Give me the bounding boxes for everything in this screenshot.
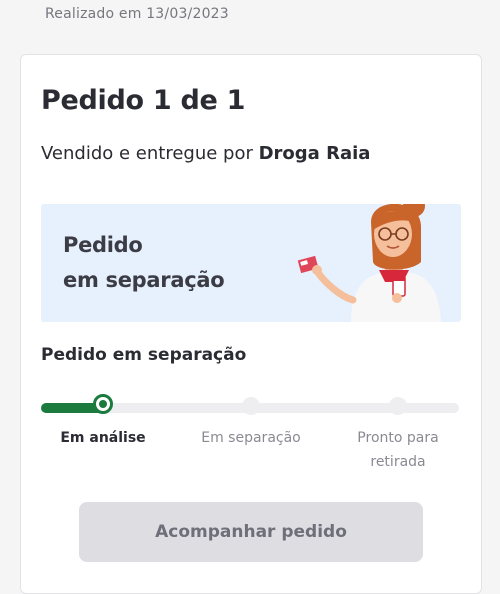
order-title: Pedido 1 de 1 [41,85,246,116]
step-label-pronto-para-retirada: Pronto para retirada [339,426,457,474]
step-label-em-separacao: Em separação [189,426,313,450]
status-banner: Pedido em separação [41,204,461,322]
seller-prefix: Vendido e entregue por [41,143,253,164]
step-dot-pronto-para-retirada [389,397,407,415]
step-dot-em-analise [93,394,113,414]
step-label-line: Em separação [201,430,301,446]
seller-name: Droga Raia [258,143,371,164]
step-dot-em-separacao [242,397,260,415]
step-label-em-analise: Em análise [45,426,161,450]
step-label-line: Em análise [60,430,146,446]
track-order-button[interactable]: Acompanhar pedido [79,502,423,562]
step-label-line: retirada [370,454,426,470]
banner-line-1: Pedido [63,233,143,257]
pharmacist-illustration [297,204,441,322]
order-date: Realizado em 13/03/2023 [45,6,229,22]
step-label-line: Pronto para [357,430,439,446]
order-card: Pedido 1 de 1 Vendido e entregue por Dro… [20,54,482,594]
banner-line-2: em separação [63,268,225,292]
banner-text: Pedido em separação [63,228,225,298]
status-title: Pedido em separação [41,345,247,365]
seller-line: Vendido e entregue por Droga Raia [41,143,370,164]
